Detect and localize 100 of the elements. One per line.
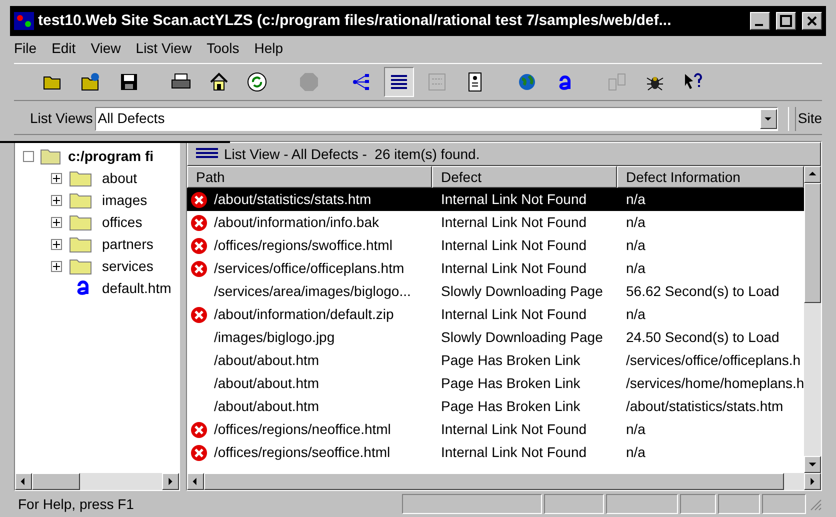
table-cell-text: Slowly Downloading Page [440, 282, 604, 301]
expand-button[interactable] [51, 238, 62, 250]
scroll-thumb[interactable] [804, 183, 821, 303]
table-cell-text: /about/about.htm [214, 351, 320, 370]
table-cell-text: 56.62 Second(s) to Load [625, 282, 780, 301]
column-header[interactable]: Defect Information [617, 166, 804, 188]
tree-item[interactable]: default.htm [102, 278, 172, 298]
list-row[interactable]: /about/about.htm Page Has Broken Link /about/statistics/stats.htm [187, 395, 804, 418]
maximize-button[interactable] [776, 12, 796, 30]
maximize-icon [780, 15, 792, 27]
toolbar-button[interactable] [384, 67, 414, 97]
letter-a-icon [76, 280, 90, 296]
grip-handle[interactable] [788, 106, 796, 130]
table-cell-text: Internal Link Not Found [440, 420, 588, 439]
table-cell-text: Internal Link Not Found [440, 190, 588, 209]
table-cell-text: Internal Link Not Found [440, 305, 588, 324]
scroll-arrow-button[interactable] [804, 166, 821, 183]
close-icon [806, 15, 818, 27]
table-cell-text: n/a [625, 259, 646, 278]
list-row[interactable]: /services/office/officeplans.htm Internal Link Not Found n/a [187, 257, 804, 280]
expand-button[interactable] [51, 260, 62, 272]
status-text: For Help, press F1 [17, 494, 135, 514]
list-row[interactable]: /about/about.htm Page Has Broken Link /services/home/homeplans.h [187, 372, 804, 395]
tree-icon [350, 71, 372, 93]
table-cell-text: Slowly Downloading Page [440, 328, 604, 347]
table-cell-text: Page Has Broken Link [440, 374, 582, 393]
column-header[interactable]: Defect [432, 166, 617, 188]
status-pane [544, 494, 604, 514]
list-row[interactable]: /offices/regions/seoffice.html Internal Link Not Found n/a [187, 441, 804, 464]
minimize-button[interactable] [750, 12, 770, 30]
status-pane [762, 494, 806, 514]
documents-icon [606, 71, 628, 93]
scroll-arrow-button[interactable] [804, 456, 821, 473]
column-header[interactable]: Path [187, 166, 432, 188]
expand-button[interactable] [51, 172, 62, 184]
app-icon [14, 12, 34, 30]
html-tag-icon [426, 71, 448, 93]
list-row[interactable]: /images/biglogo.jpg Slowly Downloading Page 24.50 Second(s) to Load [187, 326, 804, 349]
table-cell-text: /about/about.htm [214, 397, 320, 416]
table-cell-text: /about/statistics/stats.htm [625, 397, 784, 416]
list-views-dropdown[interactable]: All Defects [94, 106, 778, 130]
tree-item[interactable]: offices [102, 212, 142, 232]
menu-item[interactable]: Help [254, 38, 284, 58]
table-cell-text: Internal Link Not Found [440, 213, 588, 232]
scroll-arrow-button[interactable] [162, 473, 179, 490]
table-cell-text: Page Has Broken Link [440, 397, 582, 416]
table-cell-text: /about/statistics/stats.htm [214, 190, 372, 209]
table-cell-text: /about/information/default.zip [214, 305, 394, 324]
table-cell-text: /services/area/images/biglogo... [214, 282, 411, 301]
expand-button[interactable] [51, 216, 62, 228]
table-cell-text: /offices/regions/seoffice.html [214, 443, 390, 462]
table-cell-text: /about/about.htm [214, 374, 320, 393]
minimize-icon [754, 24, 762, 26]
list-row[interactable]: /services/area/images/biglogo... Slowly Downloading Page 56.62 Second(s) to Load [187, 280, 804, 303]
table-cell-text: 24.50 Second(s) to Load [625, 328, 780, 347]
dropdown-button[interactable] [760, 108, 777, 128]
table-cell-text: n/a [625, 236, 646, 255]
table-cell-text: n/a [625, 305, 646, 324]
menu-item[interactable]: View [90, 38, 121, 58]
menu-item[interactable]: Tools [206, 38, 240, 58]
tree-item[interactable]: partners [102, 234, 154, 254]
status-pane [718, 494, 760, 514]
table-cell-text: Internal Link Not Found [440, 236, 588, 255]
refresh-icon [246, 71, 268, 93]
list-row[interactable]: /about/information/info.bak Internal Link Not Found n/a [187, 211, 804, 234]
menu-item[interactable]: File [14, 38, 37, 58]
table-cell-text: Internal Link Not Found [440, 443, 588, 462]
tree-item[interactable]: c:/program fi [68, 146, 154, 166]
table-cell-text: n/a [625, 213, 646, 232]
tree-item[interactable]: images [102, 190, 148, 210]
expand-button[interactable] [51, 194, 62, 206]
folder-icon [40, 147, 62, 165]
globe-icon [516, 71, 538, 93]
folder-globe-icon [80, 71, 102, 93]
list-row[interactable]: /about/statistics/stats.htm Internal Link Not Found n/a [187, 188, 804, 211]
menu-item[interactable]: Edit [52, 38, 76, 58]
table-cell-text: n/a [625, 443, 646, 462]
scroll-arrow-button[interactable] [187, 473, 204, 490]
scroll-arrow-button[interactable] [804, 473, 821, 490]
close-button[interactable] [802, 12, 822, 30]
list-row[interactable]: /about/about.htm Page Has Broken Link /services/office/officeplans.h [187, 349, 804, 372]
site-label: Site [798, 109, 822, 128]
tree-item[interactable]: about [102, 168, 138, 188]
list-row[interactable]: /about/information/default.zip Internal Link Not Found n/a [187, 303, 804, 326]
resize-grip-icon [808, 497, 822, 511]
list-row[interactable]: /offices/regions/neoffice.html Internal Link Not Found n/a [187, 418, 804, 441]
scroll-arrow-button[interactable] [15, 473, 32, 490]
list-views-label: List Views [30, 109, 93, 128]
table-cell-text: Internal Link Not Found [440, 259, 588, 278]
table-cell-text: /offices/regions/neoffice.html [214, 420, 391, 439]
list-row[interactable]: /offices/regions/swoffice.html Internal Link Not Found n/a [187, 234, 804, 257]
window-title: test10.Web Site Scan.actYLZS (c:/program files/rational/rational test 7/samples/web/def... [38, 10, 672, 31]
octagon-icon [298, 71, 320, 93]
scroll-thumb[interactable] [204, 473, 784, 490]
house-icon [208, 71, 230, 93]
menu-item[interactable]: List View [136, 38, 192, 58]
list-icon [196, 147, 218, 161]
tree-item[interactable]: services [102, 256, 154, 276]
scroll-thumb[interactable] [32, 473, 80, 490]
list-title: List View - All Defects - 26 item(s) found. [224, 144, 480, 164]
